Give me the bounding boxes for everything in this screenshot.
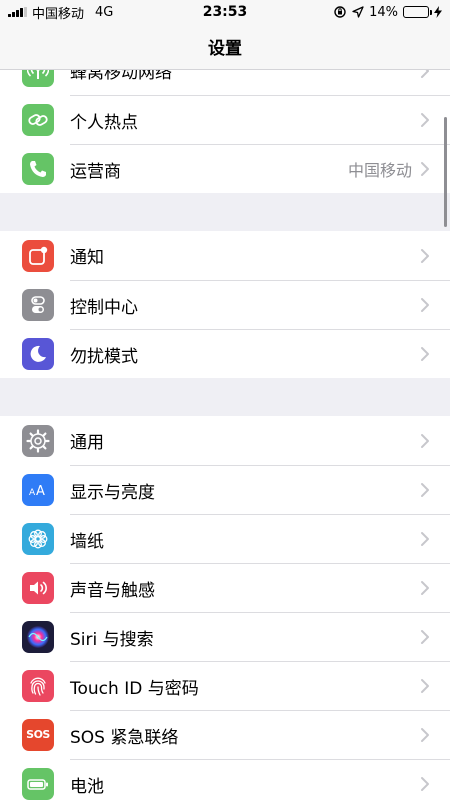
navigation-bar: 设置 <box>0 24 450 70</box>
settings-row-label: 电池 <box>70 776 104 797</box>
settings-row-label: 显示与亮度 <box>70 482 155 503</box>
wallpaper-icon <box>22 522 54 555</box>
settings-row-label: 勿扰模式 <box>70 346 138 367</box>
carrier-name: 中国移动 <box>32 6 85 22</box>
settings-row-label: 声音与触感 <box>70 580 155 601</box>
battery-percent: 14% <box>369 4 398 20</box>
siri-icon <box>22 620 54 653</box>
sos-label: SOS <box>26 728 50 741</box>
chevron-right-icon <box>421 532 429 546</box>
settings-group: 通知控制中心勿扰模式 <box>0 231 450 378</box>
display-icon: AA <box>22 473 54 506</box>
chevron-right-icon <box>421 347 429 361</box>
settings-row-siri[interactable]: Siri 与搜索 <box>0 612 450 661</box>
settings-row-phone[interactable]: 运营商 中国移动 <box>0 144 450 193</box>
section-separator <box>0 193 450 231</box>
settings-row-control-center[interactable]: 控制中心 <box>0 280 450 329</box>
settings-row-sos[interactable]: SOS SOS 紧急联络 <box>0 710 450 759</box>
settings-row-gear[interactable]: 通用 <box>0 416 450 465</box>
settings-row-fingerprint[interactable]: Touch ID 与密码 <box>0 661 450 710</box>
settings-row-cellular[interactable]: 蜂窝移动网络 <box>0 70 450 95</box>
gear-icon <box>22 424 54 457</box>
settings-row-sound[interactable]: 声音与触感 <box>0 563 450 612</box>
clock: 23:53 <box>202 4 248 20</box>
chevron-right-icon <box>421 248 429 263</box>
settings-row-display[interactable]: A A 显示与亮度 <box>0 465 450 514</box>
chevron-right-icon <box>421 581 429 595</box>
chevron-right-icon <box>421 433 429 448</box>
settings-row-moon[interactable]: 勿扰模式 <box>0 329 450 378</box>
section-separator <box>0 378 450 416</box>
settings-list: 蜂窝移动网络个人热点运营商 中国移动通知控制中心勿扰模式通用 A A 显示与亮度墙纸声音… <box>0 70 450 800</box>
chevron-right-icon <box>421 113 429 127</box>
settings-row-label: 蜂窝移动网络 <box>70 70 172 83</box>
charging-bolt-icon <box>434 6 442 18</box>
settings-row-label: 通用 <box>70 433 104 453</box>
settings-row-wallpaper[interactable]: 墙纸 <box>0 514 450 563</box>
network-type: 4G <box>95 4 114 20</box>
chevron-right-icon <box>421 679 429 693</box>
settings-row-label: 控制中心 <box>70 297 138 318</box>
settings-row-value: 中国移动 <box>347 161 412 180</box>
settings-row-hotspot[interactable]: 个人热点 <box>0 95 450 144</box>
hotspot-icon <box>22 103 54 136</box>
status-bar: 中国移动 4G 23:53 14% <box>0 0 450 24</box>
settings-row-label: 通知 <box>70 248 104 268</box>
phone-icon <box>22 152 54 185</box>
sos-icon: SOS <box>22 718 54 751</box>
chevron-right-icon <box>421 630 429 644</box>
moon-icon <box>22 337 54 370</box>
settings-row-label: Siri 与搜索 <box>70 629 154 650</box>
svg-text:A: A <box>29 488 36 498</box>
settings-row-label: SOS 紧急联络 <box>70 727 179 748</box>
control-center-icon <box>22 288 54 321</box>
page-title: 设置 <box>208 39 242 59</box>
settings-group: 通用 A A 显示与亮度 墙纸 声音与触感 Siri 与搜索 Touch ID 与密码 SOS S… <box>0 416 450 800</box>
svg-text:A: A <box>36 484 45 499</box>
chevron-right-icon <box>421 70 429 78</box>
scroll-indicator[interactable] <box>444 117 447 227</box>
chevron-right-icon <box>421 483 429 497</box>
notifications-icon <box>22 239 54 272</box>
chevron-right-icon <box>421 298 429 312</box>
chevron-right-icon <box>421 162 429 176</box>
signal-strength-icon <box>8 7 27 17</box>
settings-group: 蜂窝移动网络个人热点运营商 中国移动 <box>0 70 450 193</box>
settings-row-notifications[interactable]: 通知 <box>0 231 450 280</box>
battery-icon <box>22 767 54 800</box>
chevron-right-icon <box>421 728 429 742</box>
sound-icon <box>22 571 54 604</box>
chevron-right-icon <box>421 777 429 791</box>
settings-row-label: 墙纸 <box>70 531 104 552</box>
settings-row-label: 运营商 <box>70 161 121 182</box>
location-icon <box>352 6 364 18</box>
battery-indicator-icon <box>403 6 432 18</box>
cellular-icon <box>22 70 54 87</box>
settings-row-battery[interactable]: 电池 <box>0 759 450 800</box>
fingerprint-icon <box>22 669 54 702</box>
rotation-lock-icon <box>334 6 346 18</box>
settings-row-label: Touch ID 与密码 <box>70 678 199 699</box>
settings-row-label: 个人热点 <box>70 112 138 133</box>
